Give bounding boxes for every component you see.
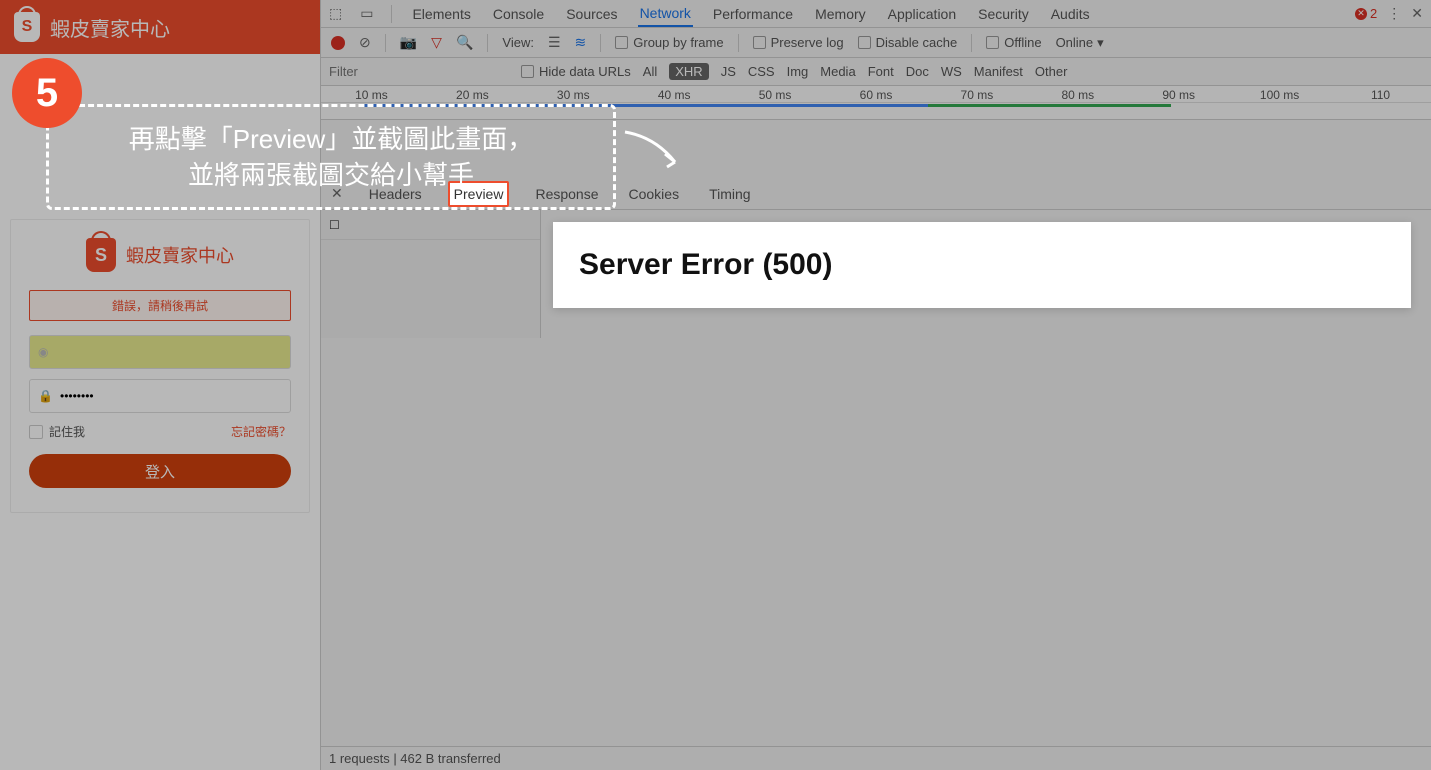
filter-xhr[interactable]: XHR (669, 63, 708, 80)
filter-font[interactable]: Font (868, 64, 894, 79)
disable-cache-checkbox[interactable]: Disable cache (858, 35, 958, 50)
filter-img[interactable]: Img (787, 64, 809, 79)
network-status-bar: 1 requests | 462 B transferred (321, 746, 1431, 770)
timeline-tick: 90 ms (1128, 86, 1229, 119)
login-title: 蝦皮賣家中心 (126, 242, 234, 268)
filter-other[interactable]: Other (1035, 64, 1068, 79)
shopee-logo-icon: S (86, 238, 116, 272)
filter-media[interactable]: Media (820, 64, 855, 79)
preview-pane: Server Error (500) (553, 222, 1411, 308)
detail-tab-timing[interactable]: Timing (705, 183, 755, 205)
chevron-down-icon: ▾ (1097, 35, 1104, 51)
tab-security[interactable]: Security (976, 2, 1031, 26)
tab-performance[interactable]: Performance (711, 2, 795, 26)
kebab-menu-icon[interactable]: ⋮ (1387, 5, 1401, 22)
filter-css[interactable]: CSS (748, 64, 775, 79)
request-list: ☐ (321, 210, 541, 338)
tab-application[interactable]: Application (886, 2, 959, 26)
error-count-badge[interactable]: ✕2 (1355, 6, 1377, 21)
arrow-icon (620, 122, 690, 182)
search-icon[interactable]: 🔍 (456, 34, 473, 51)
username-row[interactable]: ◉ (29, 335, 291, 369)
timeline-tick: 80 ms (1027, 86, 1128, 119)
throttling-select[interactable]: Online▾ (1056, 35, 1104, 51)
filter-input[interactable] (329, 64, 509, 79)
request-row[interactable]: ☐ (321, 210, 540, 240)
network-toolbar: ⊘ 📷 ▽ 🔍 View: ☰ ≋ Group by frame Preserv… (321, 28, 1431, 58)
camera-icon[interactable]: 📷 (400, 34, 417, 51)
username-input[interactable] (60, 345, 282, 359)
filter-ws[interactable]: WS (941, 64, 962, 79)
tab-network[interactable]: Network (638, 1, 693, 27)
filter-doc[interactable]: Doc (906, 64, 929, 79)
remember-label: 記住我 (49, 423, 85, 440)
filter-all[interactable]: All (643, 64, 657, 79)
devtools-tabbar: ⬚ ▭ Elements Console Sources Network Per… (321, 0, 1431, 28)
lock-icon: 🔒 (38, 389, 52, 403)
hide-data-urls-checkbox[interactable]: Hide data URLs (521, 64, 631, 79)
remember-me[interactable]: 記住我 (29, 423, 85, 440)
network-filter-bar: Hide data URLs All XHR JS CSS Img Media … (321, 58, 1431, 86)
timeline-tick: 40 ms (624, 86, 725, 119)
device-toolbar-icon[interactable]: ▭ (360, 5, 373, 22)
tab-elements[interactable]: Elements (410, 2, 472, 26)
login-logo-row: S 蝦皮賣家中心 (29, 238, 291, 272)
timeline-tick: 60 ms (826, 86, 927, 119)
app-header: S 蝦皮賣家中心 (0, 0, 320, 54)
filter-js[interactable]: JS (721, 64, 736, 79)
login-error-banner: 錯誤，請稍後再試 (29, 290, 291, 321)
timeline-tick: 100 ms (1229, 86, 1330, 119)
timeline-tick: 70 ms (926, 86, 1027, 119)
shopee-logo-icon: S (14, 12, 40, 42)
status-text: 1 requests | 462 B transferred (329, 751, 501, 766)
timeline-tick: 110 (1330, 86, 1431, 119)
tab-audits[interactable]: Audits (1049, 2, 1092, 26)
login-button[interactable]: 登入 (29, 454, 291, 488)
preserve-log-checkbox[interactable]: Preserve log (753, 35, 844, 50)
close-icon[interactable]: ✕ (1411, 5, 1423, 22)
forgot-password-link[interactable]: 忘記密碼？ (231, 423, 291, 440)
tab-console[interactable]: Console (491, 2, 546, 26)
group-by-frame-checkbox[interactable]: Group by frame (615, 35, 723, 50)
view-label: View: (502, 35, 534, 50)
user-icon: ◉ (38, 345, 52, 359)
detail-tab-cookies[interactable]: Cookies (625, 183, 684, 205)
filter-icon[interactable]: ▽ (431, 34, 442, 51)
password-input[interactable] (60, 389, 282, 403)
login-options: 記住我 忘記密碼？ (29, 423, 291, 440)
app-title: 蝦皮賣家中心 (50, 13, 170, 42)
checkbox-icon: ☐ (329, 218, 340, 232)
password-row[interactable]: 🔒 (29, 379, 291, 413)
annotation-line1: 再點擊「Preview」並截圖此畫面， (67, 121, 595, 157)
large-rows-icon[interactable]: ☰ (548, 34, 561, 51)
server-error-text: Server Error (500) (579, 248, 1385, 282)
waterfall-icon[interactable]: ≋ (575, 34, 587, 51)
clear-icon[interactable]: ⊘ (359, 34, 371, 51)
login-card: S 蝦皮賣家中心 錯誤，請稍後再試 ◉ 🔒 記住我 忘記密碼？ 登入 (10, 219, 310, 513)
inspect-icon[interactable]: ⬚ (329, 5, 342, 22)
annotation-line2: 並將兩張截圖交給小幫手 (67, 157, 595, 193)
offline-checkbox[interactable]: Offline (986, 35, 1041, 50)
tab-memory[interactable]: Memory (813, 2, 868, 26)
tab-sources[interactable]: Sources (564, 2, 619, 26)
checkbox-icon[interactable] (29, 425, 43, 439)
filter-manifest[interactable]: Manifest (974, 64, 1023, 79)
timeline-tick: 50 ms (725, 86, 826, 119)
step-badge: 5 (12, 58, 82, 128)
annotation-box: 再點擊「Preview」並截圖此畫面， 並將兩張截圖交給小幫手 (46, 104, 616, 210)
record-icon[interactable] (331, 36, 345, 50)
